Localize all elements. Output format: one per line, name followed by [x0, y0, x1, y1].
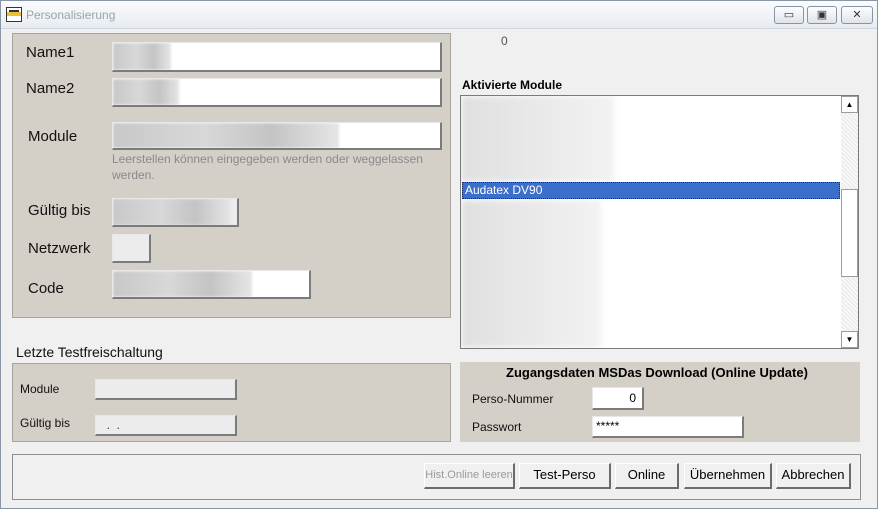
list-item-selected[interactable]: Audatex DV90 — [462, 182, 840, 199]
top-counter: 0 — [501, 34, 508, 48]
activated-modules-title: Aktivierte Module — [462, 78, 563, 92]
test-module-label: Module — [20, 382, 60, 396]
valid-until-input[interactable] — [112, 198, 239, 227]
perso-number-label: Perso-Nummer — [472, 392, 554, 406]
code-input[interactable] — [112, 270, 311, 299]
test-section-title: Letzte Testfreischaltung — [16, 344, 163, 360]
title-bar[interactable]: Personalisierung ▭ ▣ ✕ — [1, 1, 877, 29]
app-icon — [6, 7, 22, 22]
online-button[interactable]: Online — [615, 463, 679, 489]
network-label: Netzwerk — [28, 240, 91, 257]
test-module-input[interactable] — [95, 379, 237, 400]
maximize-button[interactable]: ▣ — [807, 6, 837, 24]
vertical-scrollbar[interactable]: ▲ ▼ — [841, 96, 858, 348]
window-title: Personalisierung — [26, 8, 116, 22]
valid-until-label: Gültig bis — [28, 202, 91, 219]
name2-label: Name2 — [26, 80, 75, 97]
list-item[interactable] — [461, 200, 601, 348]
abbrechen-button[interactable]: Abbrechen — [776, 463, 851, 489]
password-value: ***** — [596, 419, 620, 433]
module-hint: Leerstellen können eingegeben werden ode… — [112, 152, 423, 182]
download-title: Zugangsdaten MSDas Download (Online Upda… — [506, 365, 808, 380]
name1-label: Name1 — [26, 44, 75, 61]
code-label: Code — [28, 280, 64, 297]
scroll-up-icon[interactable]: ▲ — [841, 96, 858, 113]
minimize-button[interactable]: ▭ — [774, 6, 804, 24]
name2-input[interactable] — [112, 78, 442, 107]
test-valid-label: Gültig bis — [20, 416, 71, 430]
list-item[interactable] — [461, 96, 614, 182]
close-button[interactable]: ✕ — [841, 6, 873, 24]
scroll-down-icon[interactable]: ▼ — [841, 331, 858, 348]
password-input[interactable]: ***** — [592, 416, 744, 438]
hist-online-clear-button[interactable]: Hist.Online leeren — [424, 463, 515, 489]
perso-number-value: 0 — [629, 391, 636, 405]
network-input[interactable] — [112, 234, 151, 263]
personalisierung-window: Personalisierung ▭ ▣ ✕ Name1 Name2 Modul… — [0, 0, 878, 509]
module-input[interactable] — [112, 122, 442, 150]
password-label: Passwort — [472, 420, 522, 434]
module-label: Module — [28, 128, 78, 145]
uebernehmen-button[interactable]: Übernehmen — [684, 463, 772, 489]
activated-modules-list[interactable]: Audatex DV90 ▲ ▼ — [460, 95, 859, 349]
test-valid-input[interactable]: . . — [95, 415, 237, 436]
test-valid-value: . . — [100, 418, 121, 432]
test-perso-button[interactable]: Test-Perso — [519, 463, 611, 489]
name1-input[interactable] — [112, 42, 442, 72]
scroll-thumb[interactable] — [841, 189, 858, 277]
perso-number-input[interactable]: 0 — [592, 387, 644, 410]
